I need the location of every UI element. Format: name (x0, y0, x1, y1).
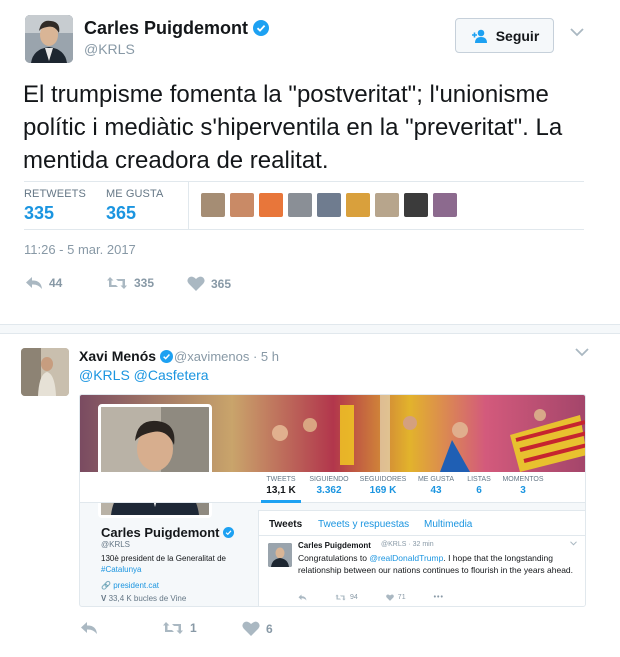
tab-media: Multimedia (424, 519, 473, 530)
divider (24, 229, 584, 230)
chevron-down-icon[interactable] (570, 28, 584, 37)
liker-avatar[interactable] (288, 193, 312, 217)
retweets-count: 335 (24, 203, 55, 223)
retweets-stat[interactable]: RETWEETS 335 (24, 188, 86, 224)
reply-button[interactable] (80, 621, 98, 635)
tweet-timestamp[interactable]: 11:26 - 5 mar. 2017 (24, 242, 136, 257)
embedded-tweet-meta: @KRLS · 32 min (381, 541, 434, 548)
author-avatar[interactable] (25, 15, 73, 63)
chevron-down-icon (570, 541, 577, 546)
retweet-button[interactable]: 1 (162, 621, 197, 635)
follow-label: Seguir (495, 27, 540, 44)
verified-badge-icon (223, 527, 235, 538)
liker-avatar[interactable] (259, 193, 283, 217)
embedded-profile-handle: @KRLS (101, 540, 131, 549)
embedded-tweet-actions: 94 71 ••• (298, 594, 444, 601)
liker-avatar[interactable] (201, 193, 225, 217)
heart-icon (385, 594, 394, 601)
embedded-tweet-text: Congratulations to @realDonaldTrump. I h… (298, 553, 574, 575)
embedded-profile-bio: 130è president de la Generalitat de #Cat… (101, 554, 226, 574)
retweet-icon (163, 622, 183, 634)
profile-stat-following[interactable]: SIGUIENDO 3.362 (305, 476, 353, 496)
profile-stat-tweets[interactable]: TWEETS 13,1 K (261, 476, 301, 496)
reply-author-name[interactable]: Xavi Menós (79, 348, 173, 364)
profile-stat-likes[interactable]: ME GUSTA 43 (413, 476, 459, 496)
likes-label: ME GUSTA (106, 188, 164, 200)
embedded-tweet-name: Carles Puigdemont (298, 541, 371, 550)
reply-author-avatar[interactable] (21, 348, 69, 396)
chevron-down-icon[interactable] (575, 348, 589, 357)
tweet-separator (0, 324, 620, 334)
reply-icon (81, 622, 97, 634)
liker-avatar[interactable] (317, 193, 341, 217)
like-button[interactable]: 365 (187, 276, 231, 291)
reply-icon (26, 277, 42, 289)
tweet-text: El trumpisme fomenta la "postveritat"; l… (23, 81, 563, 174)
tab-tweets-replies: Tweets y respuestas (318, 519, 410, 530)
embedded-profile-image[interactable]: TWEETS 13,1 K SIGUIENDO 3.362 SEGUIDORES… (79, 394, 586, 607)
liker-avatar[interactable] (375, 193, 399, 217)
follow-person-icon (471, 29, 487, 43)
reply-button[interactable]: 44 (25, 276, 62, 290)
verified-badge-icon (159, 350, 173, 363)
heart-icon (242, 621, 260, 636)
follow-button[interactable]: Seguir (455, 18, 554, 53)
link-icon: 🔗 (101, 581, 111, 590)
verified-badge-icon (253, 20, 270, 36)
liker-avatar[interactable] (346, 193, 370, 217)
liker-avatar[interactable] (404, 193, 428, 217)
tab-tweets: Tweets (269, 519, 303, 530)
retweet-icon (107, 277, 127, 289)
reply-mentions[interactable]: @KRLS @Casfetera (79, 367, 209, 383)
embedded-profile-link: 🔗 president.cat (101, 581, 160, 590)
likes-stat[interactable]: ME GUSTA 365 (106, 188, 163, 224)
embedded-profile-name: Carles Puigdemont (101, 525, 235, 540)
profile-stat-followers[interactable]: SEGUIDORES 169 K (357, 476, 409, 496)
like-button[interactable]: 6 (242, 621, 273, 636)
liker-avatar[interactable] (433, 193, 457, 217)
reply-time[interactable]: · 5 h (253, 349, 279, 364)
heart-icon (187, 276, 205, 291)
embedded-profile-vine: V 33,4 K bucles de Vine (101, 594, 187, 603)
reply-author-handle[interactable]: @xavimenos · 5 h (174, 349, 279, 364)
vine-icon: V (101, 594, 107, 603)
profile-stats-bar: TWEETS 13,1 K SIGUIENDO 3.362 SEGUIDORES… (80, 472, 585, 503)
liker-avatar[interactable] (230, 193, 254, 217)
retweets-label: RETWEETS (24, 188, 86, 200)
likes-count: 365 (106, 203, 137, 223)
profile-stat-moments[interactable]: MOMENTOS 3 (499, 476, 547, 496)
profile-stat-lists[interactable]: LISTAS 6 (463, 476, 495, 496)
author-name[interactable]: Carles Puigdemont (84, 18, 270, 39)
author-handle[interactable]: @KRLS (84, 41, 135, 57)
reply-icon (298, 594, 307, 601)
divider (188, 181, 189, 229)
divider (24, 181, 584, 182)
embedded-tweet-avatar (268, 543, 292, 567)
divider (258, 535, 585, 536)
retweet-icon (335, 594, 346, 601)
retweet-button[interactable]: 335 (106, 276, 154, 290)
more-icon: ••• (433, 594, 444, 601)
